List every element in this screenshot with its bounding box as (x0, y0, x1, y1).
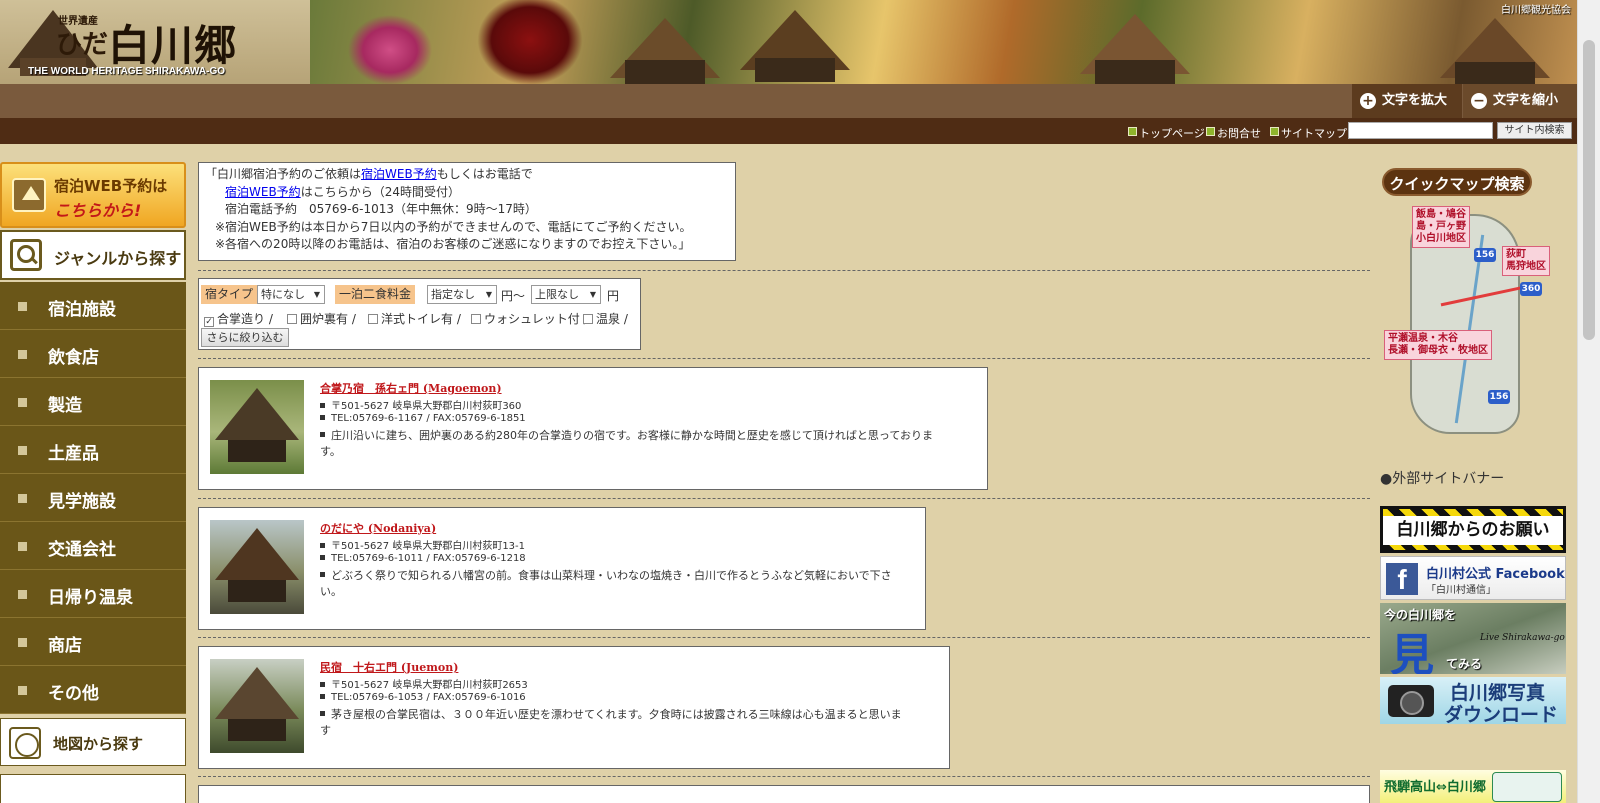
genre-item-manufacturing[interactable]: 製造 (0, 378, 186, 426)
lodging-type-select[interactable]: 特になし ▼ (257, 285, 325, 304)
listing-description: 茅き屋根の合掌民宿は、３００年近い歴史を漂わせてくれます。夕食時には披露される三… (320, 708, 902, 737)
listing-description: どぶろく祭りで知られる八幡宮の前。食事は山菜料理・いわなの塩焼き・白川で作るとう… (320, 569, 892, 598)
route-shield-icon: 156 (1474, 248, 1496, 262)
bus-icon (1492, 772, 1562, 802)
checkbox-onsen[interactable]: 温泉 / (583, 310, 628, 327)
genre-item-souvenirs[interactable]: 土産品 (0, 426, 186, 474)
dropdown-arrow-icon: ▼ (485, 290, 492, 299)
genre-item-lodging[interactable]: 宿泊施設 (0, 282, 186, 330)
region-north-link[interactable]: 飯島・鳩谷 島・戸ヶ野 小白川地区 (1412, 206, 1470, 248)
listing-card: 合掌乃宿 孫右ェ門 (Magoemon) 〒501-5627 岐阜県大野郡白川村… (198, 367, 988, 490)
map-search-heading[interactable]: 地図から探す (0, 718, 186, 766)
lodging-type-label: 宿タイプ (201, 285, 258, 304)
listing-name-link[interactable]: のだにや (Nodaniya) (320, 520, 436, 536)
facebook-icon: f (1386, 563, 1418, 595)
checkbox-irori[interactable]: 囲炉裏有 / (287, 310, 356, 327)
genre-item-restaurants[interactable]: 飲食店 (0, 330, 186, 378)
site-search-input[interactable] (1348, 122, 1493, 139)
region-ogimachi-link[interactable]: 荻町 馬狩地区 (1502, 246, 1550, 276)
genre-item-sightseeing[interactable]: 見学施設 (0, 474, 186, 522)
contact-link[interactable]: お問合せ (1206, 125, 1261, 141)
house-icon (12, 178, 46, 212)
price-min-select[interactable]: 指定なし ▼ (427, 285, 497, 304)
site-search-button[interactable]: サイト内検索 (1497, 122, 1572, 139)
minus-icon: − (1471, 93, 1487, 109)
genre-list: 宿泊施設 飲食店 製造 土産品 見学施設 交通会社 日帰り温泉 商店 その他 (0, 282, 186, 714)
logo-hida-label: ひだ (56, 30, 109, 60)
web-reservation-link-2[interactable]: 宿泊WEB予約 (225, 185, 301, 199)
facebook-banner[interactable]: f 白川村公式 Facebook 「白川村通信」 (1380, 556, 1566, 600)
region-south-link[interactable]: 平瀬温泉・木谷 長瀬・御母衣・牧地区 (1384, 330, 1492, 360)
genre-item-other[interactable]: その他 (0, 666, 186, 714)
logo-subtitle: THE WORLD HERITAGE SHIRAKAWA-GO (28, 66, 226, 77)
plus-icon: + (1360, 93, 1376, 109)
dropdown-arrow-icon: ▼ (313, 290, 320, 299)
checkbox-gassho[interactable]: ✓ 合掌造り / (204, 310, 273, 327)
quick-map-search-button[interactable]: クイックマップ検索 (1382, 168, 1532, 196)
page: 世界遺産 ひだ 白川郷 THE WORLD HERITAGE SHIRAKAWA… (0, 0, 1577, 803)
price-max-select[interactable]: 上限なし ▼ (531, 285, 601, 304)
utility-nav: トップページ お問合せ サイトマップ サイト内検索 (0, 118, 1577, 144)
request-banner[interactable]: 白川郷からのお願い (1380, 506, 1566, 553)
listing-card: 民宿 十右エ門 (Juemon) 〒501-5627 岐阜県大野郡白川村荻町26… (198, 646, 950, 769)
divider (198, 637, 1370, 638)
site-header: 世界遺産 ひだ 白川郷 THE WORLD HERITAGE SHIRAKAWA… (0, 0, 1577, 84)
listing-address: 〒501-5627 岐阜県大野郡白川村荻町2653 (320, 676, 528, 691)
divider (198, 358, 1370, 359)
sidebar-next-heading[interactable] (0, 774, 186, 803)
globe-icon (9, 727, 41, 759)
listing-phone: TEL:05769-6-1167 / FAX:05769-6-1851 (320, 413, 526, 424)
listing-phone: TEL:05769-6-1053 / FAX:05769-6-1016 (320, 692, 526, 703)
lodging-filter: 宿タイプ 特になし ▼ 一泊二食料金 指定なし ▼ 円〜 上限なし ▼ 円 ✓ 合掌造り… (198, 278, 641, 350)
lodging-photo[interactable] (210, 520, 304, 614)
divider (198, 776, 1370, 777)
camera-icon (1388, 685, 1434, 717)
photo-download-banner[interactable]: 白川郷写真 ダウンロード (1380, 677, 1566, 724)
listing-card (198, 785, 1370, 803)
header-banner-photo: 白川郷観光協会 (310, 0, 1577, 84)
listing-phone: TEL:05769-6-1011 / FAX:05769-6-1218 (320, 553, 526, 564)
reservation-notice: 「白川郷宿泊予約のご依頼は宿泊WEB予約もしくはお電話で 宿泊WEB予約はこちら… (198, 162, 736, 261)
village-area-map[interactable]: 飯島・鳩谷 島・戸ヶ野 小白川地区 荻町 馬狩地区 平瀬温泉・木谷 長瀬・御母衣… (1380, 204, 1550, 440)
site-logo[interactable]: 世界遺産 ひだ 白川郷 THE WORLD HERITAGE SHIRAKAWA… (0, 0, 310, 84)
web-reservation-banner[interactable]: 宿泊WEB予約は こちらから! (0, 162, 186, 228)
lodging-photo[interactable] (210, 659, 304, 753)
enlarge-text-button[interactable]: + 文字を拡大 (1352, 84, 1462, 118)
top-page-link[interactable]: トップページ (1128, 125, 1205, 141)
vertical-scrollbar[interactable] (1577, 0, 1600, 803)
sitemap-link[interactable]: サイトマップ (1270, 125, 1347, 141)
genre-item-transport[interactable]: 交通会社 (0, 522, 186, 570)
magnifier-icon (10, 239, 42, 271)
divider (198, 270, 1370, 271)
dropdown-arrow-icon: ▼ (589, 290, 596, 299)
narrow-down-button[interactable]: さらに絞り込む (201, 328, 289, 347)
shrink-text-button[interactable]: − 文字を縮小 (1463, 84, 1577, 118)
genre-item-shops[interactable]: 商店 (0, 618, 186, 666)
route-shield-icon: 360 (1520, 282, 1542, 296)
logo-name: 白川郷 (108, 21, 238, 70)
price-label: 一泊二食料金 (335, 285, 416, 304)
scrollbar-thumb[interactable] (1583, 40, 1595, 340)
checkbox-western-toilet[interactable]: 洋式トイレ有 / (368, 310, 461, 327)
checkbox-checked[interactable]: ✓ (204, 317, 214, 327)
checkbox-washlet[interactable]: ウォシュレット付 / (471, 310, 588, 327)
listing-address: 〒501-5627 岐阜県大野郡白川村荻町13-1 (320, 537, 525, 552)
external-banners-title: ●外部サイトバナー (1380, 471, 1505, 487)
route-shield-icon: 156 (1488, 390, 1510, 404)
genre-search-heading[interactable]: ジャンルから探す (0, 230, 186, 280)
bus-banner[interactable]: 飛騨高山⇔白川郷 (1380, 770, 1566, 803)
listing-address: 〒501-5627 岐阜県大野郡白川村荻町360 (320, 397, 521, 412)
listing-card: のだにや (Nodaniya) 〒501-5627 岐阜県大野郡白川村荻町13-… (198, 507, 926, 630)
divider (198, 498, 1370, 499)
web-reservation-link[interactable]: 宿泊WEB予約 (361, 167, 437, 181)
association-label: 白川郷観光協会 (1501, 5, 1571, 16)
listing-description: 庄川沿いに建ち、囲炉裏のある約280年の合掌造りの宿です。お客様に静かな時間と歴… (320, 429, 934, 458)
listing-name-link[interactable]: 合掌乃宿 孫右ェ門 (Magoemon) (320, 380, 502, 396)
live-camera-banner[interactable]: 今の白川郷を 見 Live Shirakawa-go てみる (1380, 603, 1566, 674)
font-size-bar: + 文字を拡大 − 文字を縮小 (0, 84, 1577, 118)
genre-item-hot-springs[interactable]: 日帰り温泉 (0, 570, 186, 618)
listing-name-link[interactable]: 民宿 十右エ門 (Juemon) (320, 659, 458, 675)
lodging-photo[interactable] (210, 380, 304, 474)
